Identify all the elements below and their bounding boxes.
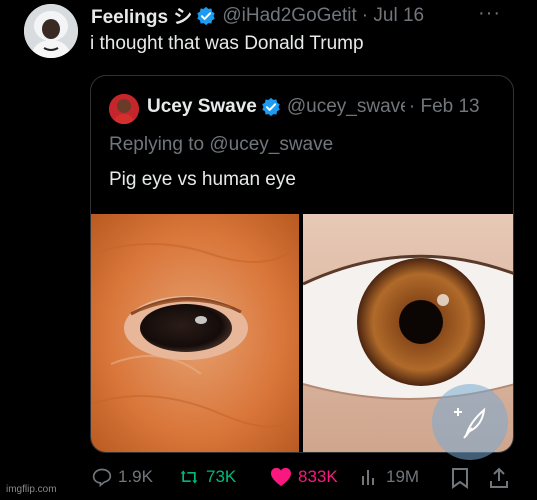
more-options-icon[interactable]: ··· [478,2,501,25]
verified-badge-icon [197,6,216,25]
retweet-icon [180,470,198,484]
replying-to[interactable]: Replying to @ucey_swave [109,134,333,156]
feather-plus-icon [454,407,486,439]
display-name[interactable]: Feelings シ [91,2,192,29]
bookmark-icon [452,468,468,489]
quoted-text: Pig eye vs human eye [109,169,296,190]
like-count: 833K [298,467,338,486]
action-bar: 1.9K 73K 833K 19M [0,467,537,497]
quoted-display-name[interactable]: Ucey Swave [147,96,257,118]
views-action[interactable]: 19M [360,467,419,487]
retweet-action[interactable]: 73K [178,467,236,487]
views-icon [362,470,374,485]
verified-badge-icon [262,97,280,117]
tweet-text: i thought that was Donald Trump [90,33,364,54]
compose-button[interactable] [432,384,508,460]
view-count: 19M [386,467,420,486]
quoted-header: Ucey Swave @ucey_swave · Feb 13 [147,96,480,118]
tweet-header: Feelings シ @iHad2GoGetit · Jul 16 [91,2,424,29]
avatar[interactable] [24,4,78,58]
pig-eye-image[interactable] [91,214,299,452]
share-icon [490,467,508,488]
retweet-count: 73K [206,467,237,486]
share-action[interactable] [489,467,509,489]
like-action[interactable]: 833K [270,467,338,487]
handle[interactable]: @iHad2GoGetit [222,5,356,27]
reply-icon [92,468,112,487]
reply-action[interactable]: 1.9K [92,467,153,487]
quoted-date[interactable]: · Feb 13 [409,96,480,118]
quoted-handle[interactable]: @ucey_swave [287,96,405,118]
bookmark-action[interactable] [451,467,469,489]
reply-count: 1.9K [118,467,153,486]
watermark: imgflip.com [6,484,57,495]
quoted-avatar[interactable] [109,94,139,124]
tweet-date[interactable]: · Jul 16 [362,5,424,27]
heart-icon [271,467,291,487]
